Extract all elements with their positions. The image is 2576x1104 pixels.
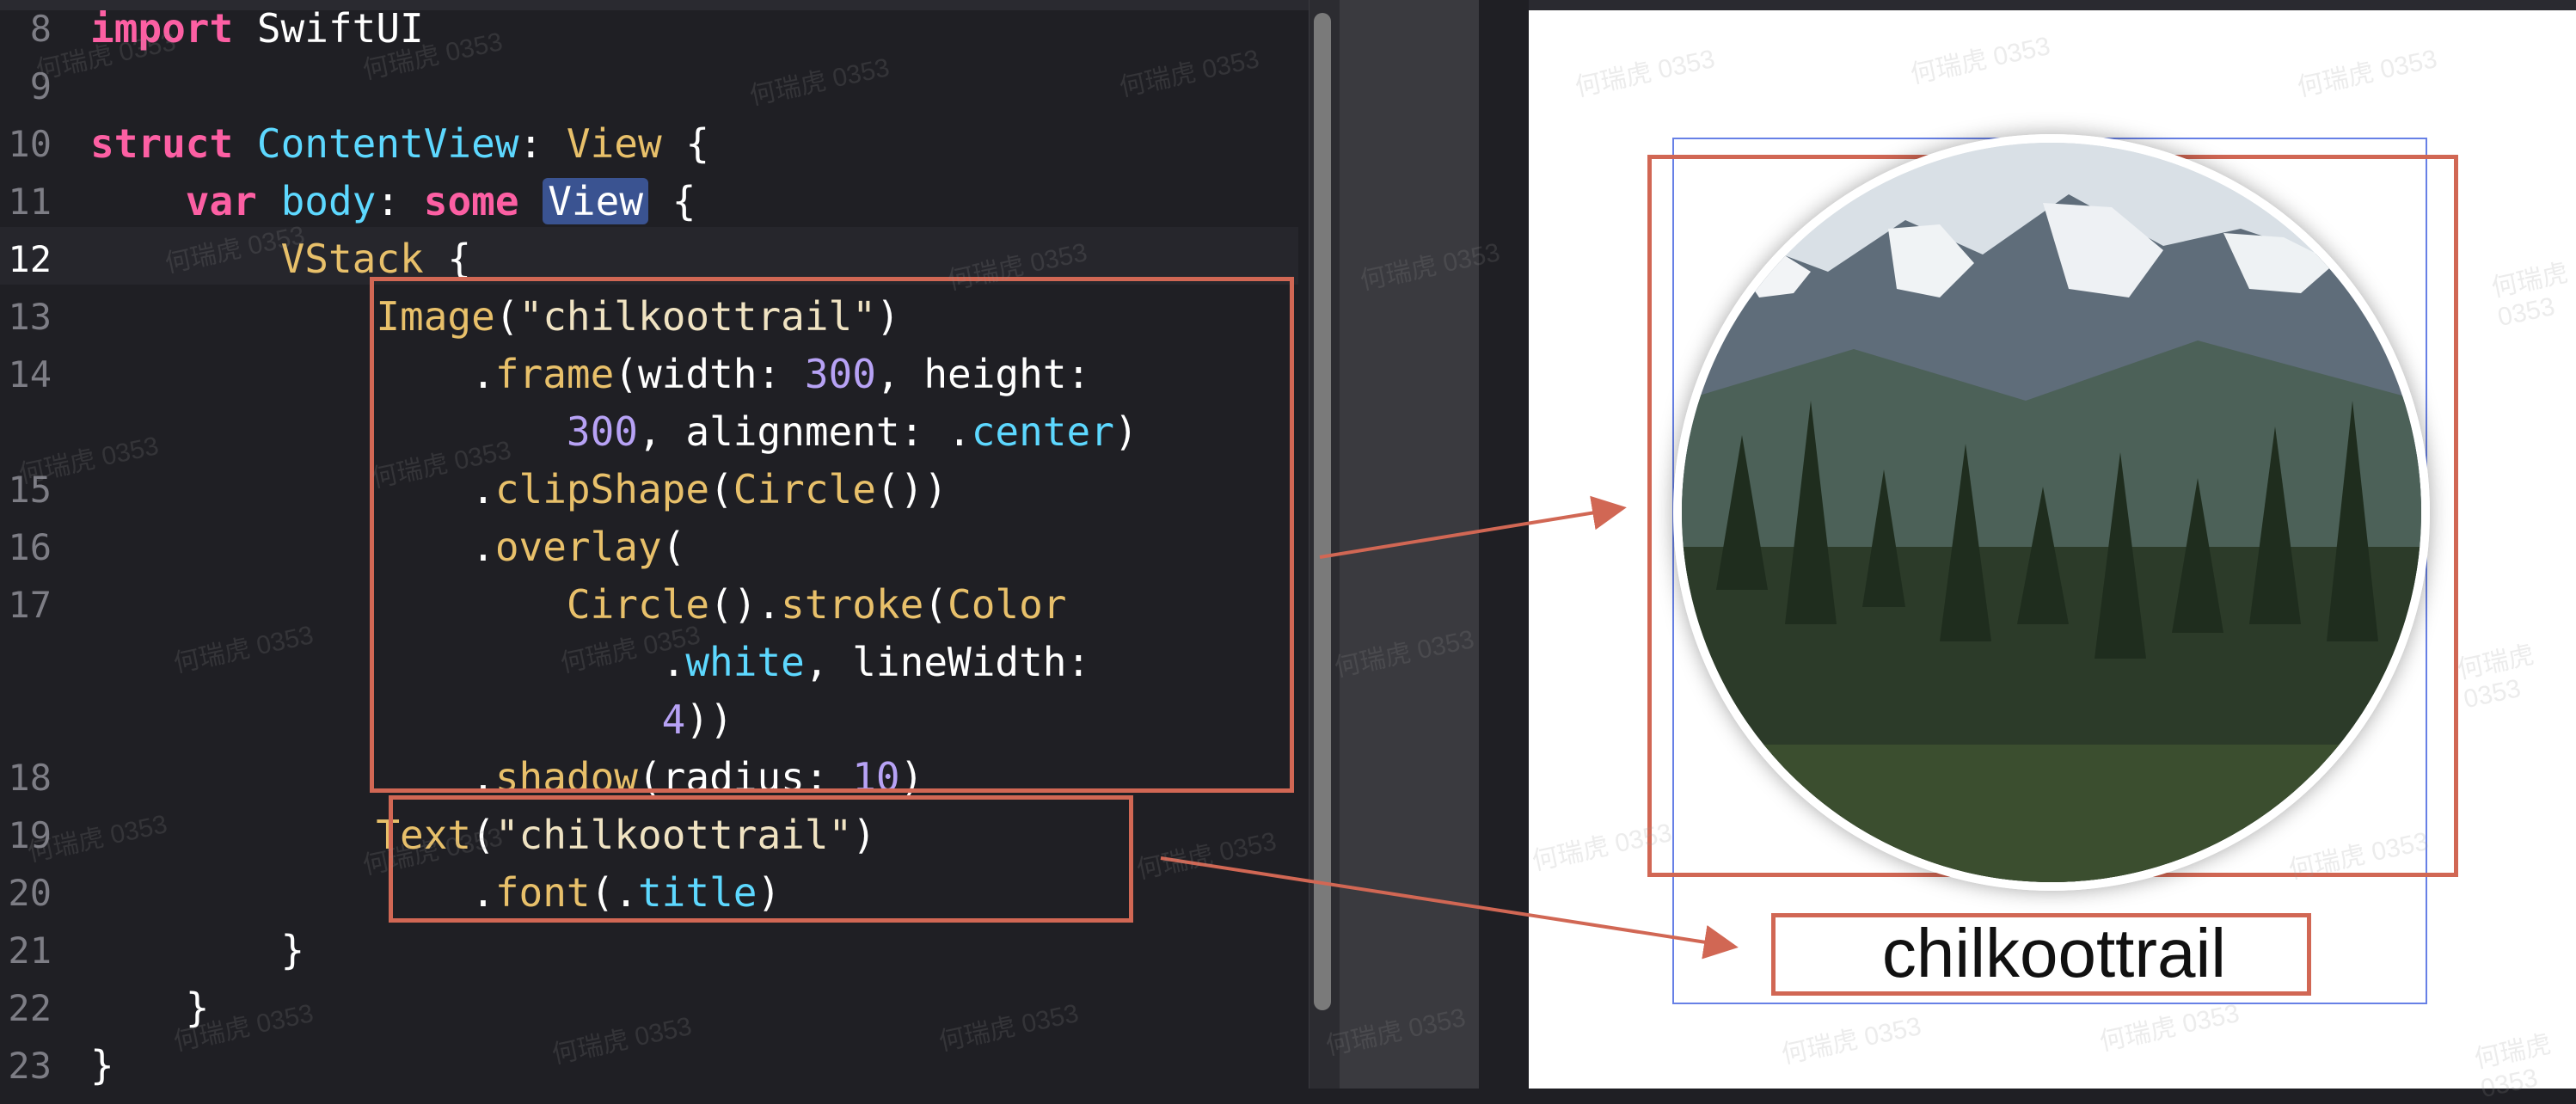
annotation-arrows — [1160, 495, 1739, 960]
